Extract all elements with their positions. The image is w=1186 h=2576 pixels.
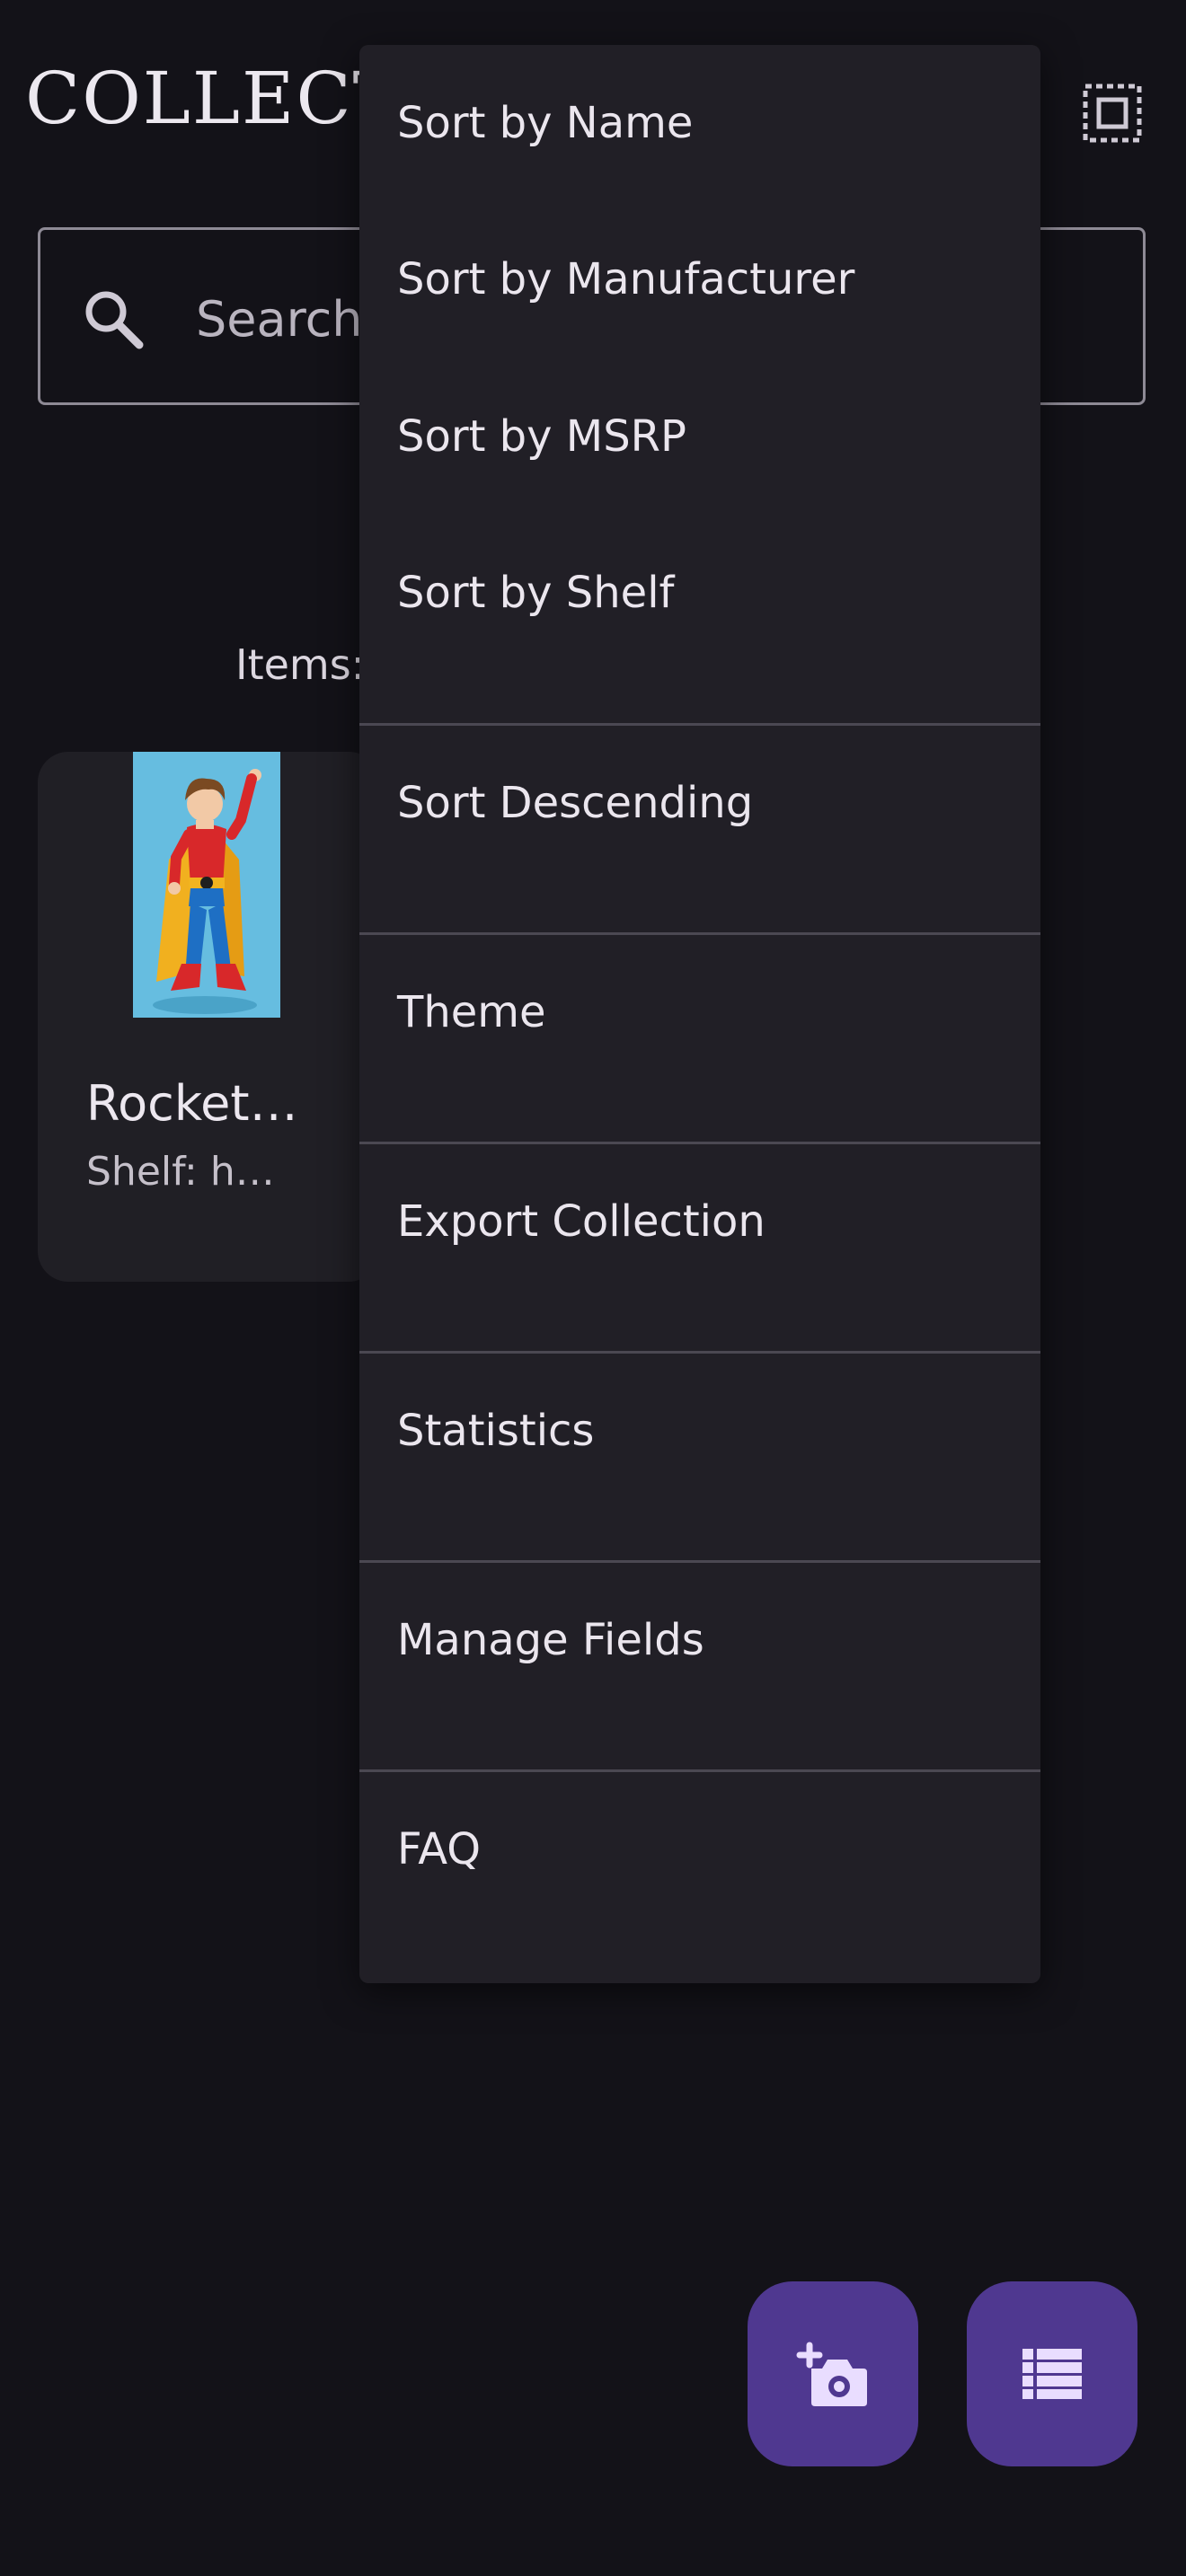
menu-item-export-collection[interactable]: Export Collection [359, 1143, 1040, 1300]
list-view-button[interactable] [967, 2281, 1137, 2466]
overflow-menu: Sort by Name Sort by Manufacturer Sort b… [359, 45, 1040, 1983]
add-photo-button[interactable] [748, 2281, 918, 2466]
list-view-icon [1022, 2349, 1082, 2399]
menu-item-sort-by-name[interactable]: Sort by Name [359, 45, 1040, 201]
menu-item-faq[interactable]: FAQ [359, 1771, 1040, 1928]
item-shelf: Shelf: h… [86, 1149, 275, 1195]
item-name: Rocket… [86, 1075, 298, 1132]
search-placeholder: Search [196, 291, 363, 348]
menu-item-sort-by-manufacturer[interactable]: Sort by Manufacturer [359, 201, 1040, 357]
menu-item-sort-by-shelf[interactable]: Sort by Shelf [359, 515, 1040, 671]
add-photo-icon [796, 2342, 867, 2406]
items-count-label: Items: [235, 640, 366, 689]
menu-item-sort-descending[interactable]: Sort Descending [359, 725, 1040, 881]
menu-item-theme[interactable]: Theme [359, 934, 1040, 1090]
menu-item-sort-by-msrp[interactable]: Sort by MSRP [359, 358, 1040, 515]
select-all-button[interactable] [1075, 75, 1150, 151]
select-all-icon [1083, 84, 1142, 143]
collection-item-card[interactable]: Rocket… Shelf: h… [38, 752, 379, 1282]
menu-item-statistics[interactable]: Statistics [359, 1353, 1040, 1509]
menu-item-manage-fields[interactable]: Manage Fields [359, 1562, 1040, 1718]
item-thumbnail [133, 752, 280, 1018]
search-icon [85, 291, 144, 349]
